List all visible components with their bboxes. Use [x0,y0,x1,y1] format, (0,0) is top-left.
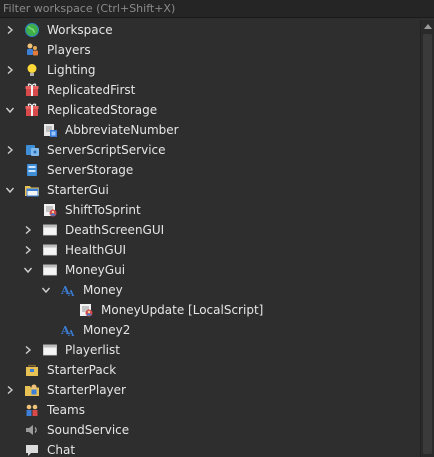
tree-item-label: MoneyUpdate [LocalScript] [101,303,264,317]
tree-item-deathscreengui[interactable]: DeathScreenGUI [0,220,420,240]
tree-item-starterpack[interactable]: StarterPack [0,360,420,380]
globe-icon [24,22,40,38]
tree-item-chat[interactable]: Chat [0,440,420,457]
explorer-tree: Workspace Players Lighting ReplicatedFirst R… [0,20,420,457]
tree-item-healthgui[interactable]: HealthGUI [0,240,420,260]
chevron-right-icon[interactable] [20,340,36,360]
scroll-thumb[interactable] [423,34,432,454]
tree-item-label: MoneyGui [65,263,126,277]
tree-item-teams[interactable]: Teams [0,400,420,420]
tree-item-label: StarterPlayer [47,383,126,397]
tree-item-label: Money [83,283,123,297]
gift-box-icon [24,102,40,118]
scroll-up-arrow-icon[interactable] [424,24,432,29]
tree-item-soundservice[interactable]: SoundService [0,420,420,440]
tree-item-money2[interactable]: A A Money2 [0,320,420,340]
chevron-right-icon[interactable] [20,220,36,240]
tree-item-label: Chat [47,443,76,457]
tree-item-label: StarterPack [47,363,117,377]
textlabel-icon: AA [60,282,76,298]
local-script-icon [78,302,94,318]
chevron-down-icon[interactable] [38,280,54,300]
speaker-icon [24,422,40,438]
tree-item-replicatedstorage[interactable]: ReplicatedStorage [0,100,420,120]
filter-bar [0,0,434,18]
tree-item-shifttosprint[interactable]: ShiftToSprint [0,200,420,220]
screengui-icon [42,242,58,258]
tree-item-label: StarterGui [47,183,109,197]
tree-item-starterplayer[interactable]: StarterPlayer [0,380,420,400]
chevron-right-icon[interactable] [2,60,18,80]
svg-text:A: A [67,288,75,298]
tree-item-abbreviatenumber[interactable]: AbbreviateNumber [0,120,420,140]
svg-text:A: A [67,328,75,338]
tree-item-label: HealthGUI [65,243,127,257]
tree-item-playerlist[interactable]: Playerlist [0,340,420,360]
local-script-icon [42,202,58,218]
folder-window-icon [24,182,40,198]
tree-item-label: Lighting [47,63,96,77]
tree-item-label: Teams [47,403,85,417]
tree-item-workspace[interactable]: Workspace [0,20,420,40]
starter-pack-icon [24,362,40,378]
chevron-down-icon[interactable] [20,260,36,280]
chevron-right-icon[interactable] [2,380,18,400]
tree-item-label: ShiftToSprint [65,203,141,217]
chevron-down-icon[interactable] [2,180,18,200]
tree-item-label: SoundService [47,423,130,437]
server-storage-icon [24,162,40,178]
server-script-icon [24,142,40,158]
tree-item-label: Workspace [47,23,113,37]
tree-item-label: DeathScreenGUI [65,223,165,237]
chevron-down-icon[interactable] [2,100,18,120]
tree-item-serverscriptservice[interactable]: ServerScriptService [0,140,420,160]
tree-item-moneyupdate[interactable]: MoneyUpdate [LocalScript] [0,300,420,320]
screengui-icon [42,262,58,278]
module-script-icon [42,122,58,138]
chevron-right-icon[interactable] [20,240,36,260]
tree-item-startergui[interactable]: StarterGui [0,180,420,200]
tree-item-label: ServerScriptService [47,143,166,157]
tree-item-money[interactable]: A A Money [0,280,420,300]
gift-box-icon [24,82,40,98]
lightbulb-icon [24,62,40,78]
tree-item-label: Players [47,43,91,57]
players-icon [24,42,40,58]
tree-item-label: ServerStorage [47,163,134,177]
chevron-right-icon[interactable] [2,20,18,40]
vertical-scrollbar[interactable] [420,20,434,457]
starter-player-icon [24,382,40,398]
tree-item-moneygui[interactable]: MoneyGui [0,260,420,280]
chat-icon [24,442,40,457]
tree-item-label: Playerlist [65,343,120,357]
filter-workspace-input[interactable] [0,0,434,17]
tree-item-label: Money2 [83,323,131,337]
tree-item-label: ReplicatedStorage [47,103,158,117]
chevron-right-icon[interactable] [2,140,18,160]
tree-item-serverstorage[interactable]: ServerStorage [0,160,420,180]
tree-item-lighting[interactable]: Lighting [0,60,420,80]
screengui-icon [42,342,58,358]
screengui-icon [42,222,58,238]
teams-icon [24,402,40,418]
textlabel-icon: AA [60,322,76,338]
tree-item-label: AbbreviateNumber [65,123,179,137]
tree-item-label: ReplicatedFirst [47,83,136,97]
tree-item-players[interactable]: Players [0,40,420,60]
tree-item-replicatedfirst[interactable]: ReplicatedFirst [0,80,420,100]
